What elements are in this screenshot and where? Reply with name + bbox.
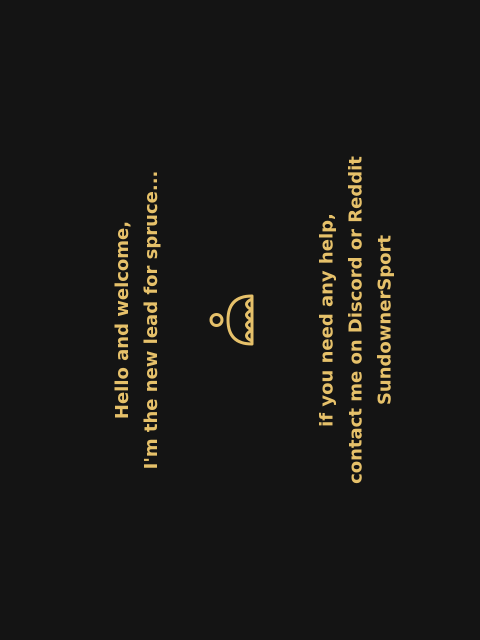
welcome-line-1: Hello and welcome,	[112, 220, 133, 420]
welcome-message: Hello and welcome, I'm the new lead for …	[108, 171, 166, 470]
welcome-line-2: I'm the new lead for spruce...	[141, 170, 162, 470]
help-message: if you need any help, contact me on Disc…	[313, 156, 400, 484]
spruce-logo-icon	[208, 290, 268, 350]
help-contact-username: SundownerSport	[374, 234, 396, 406]
help-line-2: contact me on Discord or Reddit	[345, 156, 367, 484]
help-line-1: if you need any help,	[316, 213, 338, 427]
splash-screen: Hello and welcome, I'm the new lead for …	[0, 0, 480, 640]
